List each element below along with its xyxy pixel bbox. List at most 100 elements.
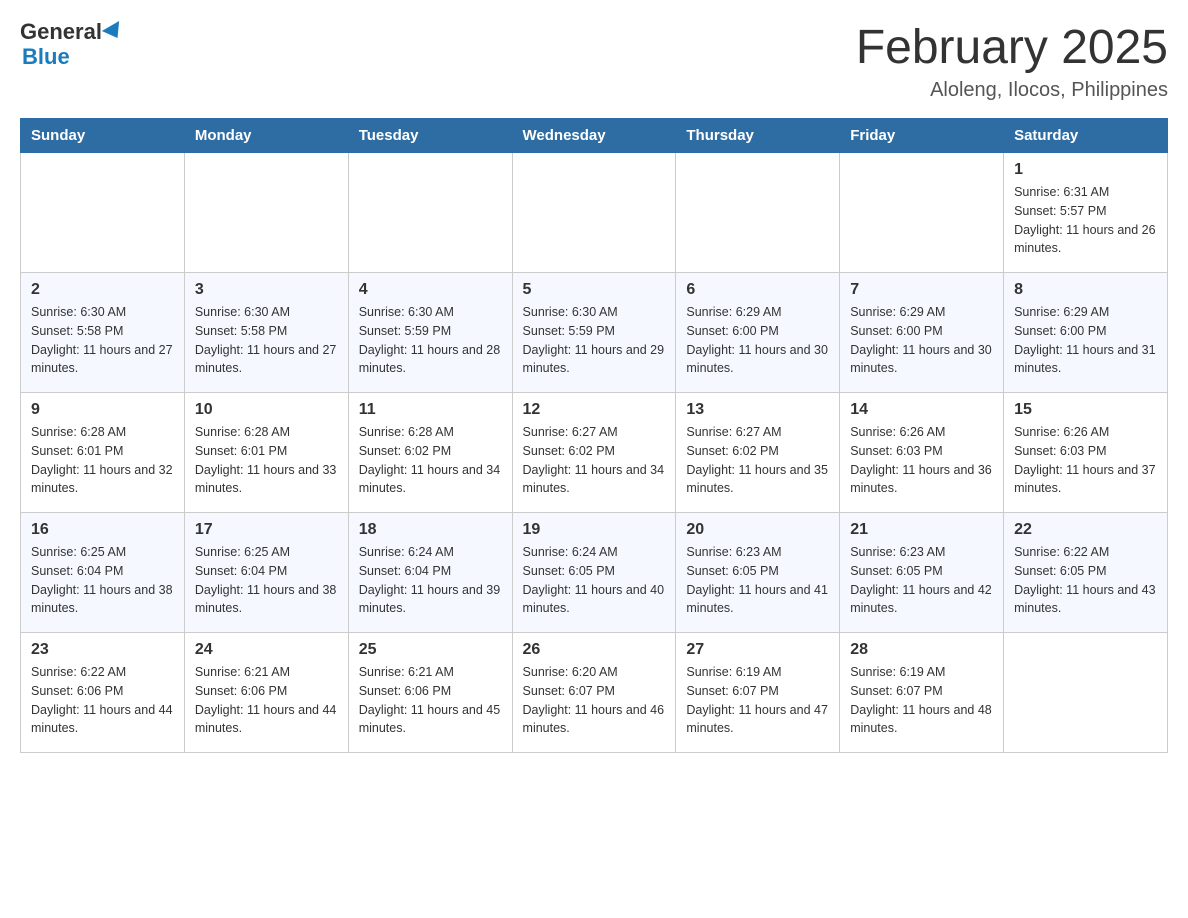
day-info: Sunrise: 6:27 AMSunset: 6:02 PMDaylight:… — [686, 423, 829, 498]
calendar-day-cell — [184, 153, 348, 273]
calendar-day-cell: 14Sunrise: 6:26 AMSunset: 6:03 PMDayligh… — [840, 393, 1004, 513]
day-number: 25 — [359, 641, 502, 659]
day-number: 22 — [1014, 521, 1157, 539]
calendar-day-cell: 18 Sunrise: 6:24 AMSunset: 6:04 PMDayligh… — [348, 513, 512, 633]
day-info: Sunrise: 6:21 AMSunset: 6:06 PMDaylight:… — [359, 663, 502, 738]
calendar-day-cell: 16 Sunrise: 6:25 AMSunset: 6:04 PMDayligh… — [21, 513, 185, 633]
calendar-week-row: 2 Sunrise: 6:30 AMSunset: 5:58 PMDaylight… — [21, 273, 1168, 393]
day-info: Sunrise: 6:29 AMSunset: 6:00 PMDaylight:… — [686, 303, 829, 378]
day-number: 24 — [195, 641, 338, 659]
calendar-day-cell: 2 Sunrise: 6:30 AMSunset: 5:58 PMDaylight… — [21, 273, 185, 393]
day-number: 13 — [686, 401, 829, 419]
calendar-day-cell: 9 Sunrise: 6:28 AMSunset: 6:01 PMDaylight… — [21, 393, 185, 513]
calendar-day-cell — [1004, 633, 1168, 753]
day-info: Sunrise: 6:23 AMSunset: 6:05 PMDaylight:… — [686, 543, 829, 618]
calendar-week-row: 9 Sunrise: 6:28 AMSunset: 6:01 PMDaylight… — [21, 393, 1168, 513]
calendar-title: February 2025 — [856, 20, 1168, 75]
day-info: Sunrise: 6:29 AMSunset: 6:00 PMDaylight:… — [1014, 303, 1157, 378]
calendar-day-cell: 13 Sunrise: 6:27 AMSunset: 6:02 PMDayligh… — [676, 393, 840, 513]
logo-arrow-icon — [102, 21, 126, 43]
calendar-day-cell: 7Sunrise: 6:29 AMSunset: 6:00 PMDaylight… — [840, 273, 1004, 393]
calendar-day-cell: 26 Sunrise: 6:20 AMSunset: 6:07 PMDayligh… — [512, 633, 676, 753]
day-info: Sunrise: 6:25 AMSunset: 6:04 PMDaylight:… — [195, 543, 338, 618]
calendar-week-row: 16 Sunrise: 6:25 AMSunset: 6:04 PMDayligh… — [21, 513, 1168, 633]
day-info: Sunrise: 6:30 AMSunset: 5:59 PMDaylight:… — [523, 303, 666, 378]
day-number: 28 — [850, 641, 993, 659]
day-number: 3 — [195, 281, 338, 299]
day-number: 5 — [523, 281, 666, 299]
day-info: Sunrise: 6:30 AMSunset: 5:58 PMDaylight:… — [195, 303, 338, 378]
calendar-day-cell: 24 Sunrise: 6:21 AMSunset: 6:06 PMDayligh… — [184, 633, 348, 753]
day-info: Sunrise: 6:23 AMSunset: 6:05 PMDaylight:… — [850, 543, 993, 618]
day-number: 15 — [1014, 401, 1157, 419]
logo-blue: Blue — [22, 44, 70, 70]
header-wednesday: Wednesday — [512, 119, 676, 153]
day-number: 19 — [523, 521, 666, 539]
day-info: Sunrise: 6:22 AMSunset: 6:06 PMDaylight:… — [31, 663, 174, 738]
calendar-day-cell: 11 Sunrise: 6:28 AMSunset: 6:02 PMDayligh… — [348, 393, 512, 513]
calendar-day-cell: 17 Sunrise: 6:25 AMSunset: 6:04 PMDayligh… — [184, 513, 348, 633]
day-number: 9 — [31, 401, 174, 419]
calendar-day-cell — [840, 153, 1004, 273]
header-friday: Friday — [840, 119, 1004, 153]
day-number: 2 — [31, 281, 174, 299]
day-info: Sunrise: 6:19 AMSunset: 6:07 PMDaylight:… — [850, 663, 993, 738]
calendar-subtitle: Aloleng, Ilocos, Philippines — [856, 79, 1168, 102]
day-number: 27 — [686, 641, 829, 659]
calendar-day-cell — [348, 153, 512, 273]
day-info: Sunrise: 6:24 AMSunset: 6:04 PMDaylight:… — [359, 543, 502, 618]
day-info: Sunrise: 6:19 AMSunset: 6:07 PMDaylight:… — [686, 663, 829, 738]
calendar-day-cell: 4 Sunrise: 6:30 AMSunset: 5:59 PMDaylight… — [348, 273, 512, 393]
day-number: 21 — [850, 521, 993, 539]
header-sunday: Sunday — [21, 119, 185, 153]
calendar-week-row: 23 Sunrise: 6:22 AMSunset: 6:06 PMDayligh… — [21, 633, 1168, 753]
day-number: 20 — [686, 521, 829, 539]
header-monday: Monday — [184, 119, 348, 153]
calendar-day-cell: 3 Sunrise: 6:30 AMSunset: 5:58 PMDaylight… — [184, 273, 348, 393]
calendar-day-cell: 1 Sunrise: 6:31 AMSunset: 5:57 PMDaylight… — [1004, 153, 1168, 273]
day-number: 17 — [195, 521, 338, 539]
calendar-day-cell — [676, 153, 840, 273]
day-info: Sunrise: 6:21 AMSunset: 6:06 PMDaylight:… — [195, 663, 338, 738]
day-info: Sunrise: 6:20 AMSunset: 6:07 PMDaylight:… — [523, 663, 666, 738]
day-number: 11 — [359, 401, 502, 419]
calendar-day-cell: 6 Sunrise: 6:29 AMSunset: 6:00 PMDaylight… — [676, 273, 840, 393]
day-number: 12 — [523, 401, 666, 419]
day-info: Sunrise: 6:24 AMSunset: 6:05 PMDaylight:… — [523, 543, 666, 618]
day-info: Sunrise: 6:29 AMSunset: 6:00 PMDaylight:… — [850, 303, 993, 378]
calendar-day-cell: 10Sunrise: 6:28 AMSunset: 6:01 PMDayligh… — [184, 393, 348, 513]
day-info: Sunrise: 6:26 AMSunset: 6:03 PMDaylight:… — [850, 423, 993, 498]
title-block: February 2025 Aloleng, Ilocos, Philippin… — [856, 20, 1168, 102]
day-number: 1 — [1014, 161, 1157, 179]
page-header: General Blue February 2025 Aloleng, Iloc… — [20, 20, 1168, 102]
day-number: 23 — [31, 641, 174, 659]
day-number: 4 — [359, 281, 502, 299]
logo-general: General — [20, 20, 102, 44]
day-info: Sunrise: 6:28 AMSunset: 6:02 PMDaylight:… — [359, 423, 502, 498]
day-info: Sunrise: 6:27 AMSunset: 6:02 PMDaylight:… — [523, 423, 666, 498]
day-info: Sunrise: 6:30 AMSunset: 5:58 PMDaylight:… — [31, 303, 174, 378]
calendar-day-cell: 12 Sunrise: 6:27 AMSunset: 6:02 PMDayligh… — [512, 393, 676, 513]
day-number: 16 — [31, 521, 174, 539]
calendar-day-cell: 25 Sunrise: 6:21 AMSunset: 6:06 PMDayligh… — [348, 633, 512, 753]
logo: General Blue — [20, 20, 124, 70]
day-number: 18 — [359, 521, 502, 539]
calendar-week-row: 1 Sunrise: 6:31 AMSunset: 5:57 PMDaylight… — [21, 153, 1168, 273]
calendar-day-cell: 5 Sunrise: 6:30 AMSunset: 5:59 PMDaylight… — [512, 273, 676, 393]
calendar-day-cell — [21, 153, 185, 273]
calendar-day-cell: 20 Sunrise: 6:23 AMSunset: 6:05 PMDayligh… — [676, 513, 840, 633]
day-info: Sunrise: 6:22 AMSunset: 6:05 PMDaylight:… — [1014, 543, 1157, 618]
day-number: 26 — [523, 641, 666, 659]
calendar-day-cell: 19 Sunrise: 6:24 AMSunset: 6:05 PMDayligh… — [512, 513, 676, 633]
day-info: Sunrise: 6:28 AMSunset: 6:01 PMDaylight:… — [31, 423, 174, 498]
calendar-day-cell: 21 Sunrise: 6:23 AMSunset: 6:05 PMDayligh… — [840, 513, 1004, 633]
day-info: Sunrise: 6:30 AMSunset: 5:59 PMDaylight:… — [359, 303, 502, 378]
calendar-day-cell — [512, 153, 676, 273]
calendar-day-cell: 23 Sunrise: 6:22 AMSunset: 6:06 PMDayligh… — [21, 633, 185, 753]
day-info: Sunrise: 6:28 AMSunset: 6:01 PMDaylight:… — [195, 423, 338, 498]
day-info: Sunrise: 6:26 AMSunset: 6:03 PMDaylight:… — [1014, 423, 1157, 498]
day-number: 6 — [686, 281, 829, 299]
day-info: Sunrise: 6:31 AMSunset: 5:57 PMDaylight:… — [1014, 183, 1157, 258]
day-info: Sunrise: 6:25 AMSunset: 6:04 PMDaylight:… — [31, 543, 174, 618]
calendar-day-cell: 28 Sunrise: 6:19 AMSunset: 6:07 PMDayligh… — [840, 633, 1004, 753]
